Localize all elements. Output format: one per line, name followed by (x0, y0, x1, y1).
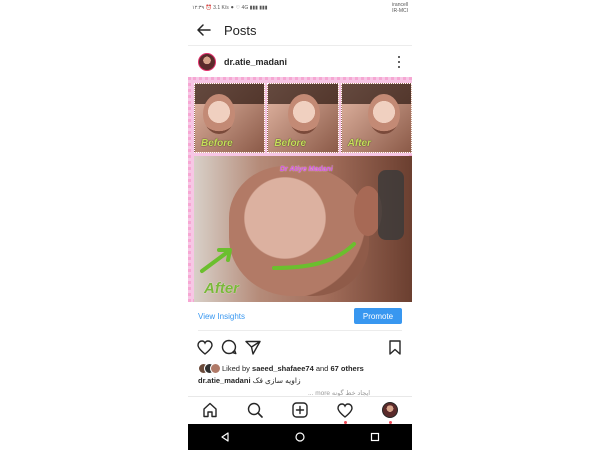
circle-home-icon (295, 432, 305, 442)
photo-tile-before-2: Before (267, 83, 339, 153)
like-button[interactable] (196, 338, 214, 356)
tile-label: After (347, 138, 371, 149)
post-image[interactable]: Before Before After Dr Atiye Madani Afte… (188, 77, 412, 302)
liker-avatars (198, 363, 221, 374)
profile-avatar (381, 402, 398, 418)
more-vertical-icon[interactable] (396, 56, 402, 68)
photo-tile-before-1: Before (194, 83, 266, 153)
caption: dr.atie_madani زاویه سازی فک (198, 376, 408, 385)
save-button[interactable] (386, 338, 404, 356)
nav-search[interactable] (244, 399, 266, 421)
comment-icon (221, 339, 237, 355)
carrier-info: irancell IR-MCI (392, 2, 408, 14)
caption-text: زاویه سازی فک (252, 376, 301, 385)
photo-tile-after: After (340, 83, 412, 153)
phone-screen: ١٢:٣٩ ⏰ 3.1 K/s ⚫ ♡ 4G ▮▮▮ ▮▮▮ irancell … (188, 0, 412, 450)
status-left: ١٢:٣٩ ⏰ 3.1 K/s ⚫ ♡ 4G ▮▮▮ ▮▮▮ (192, 5, 268, 11)
heart-icon (197, 339, 213, 355)
page-title: Posts (224, 22, 257, 38)
header-divider (188, 45, 412, 46)
liked-user[interactable]: saeed_shafaee74 (252, 364, 314, 373)
nav-activity[interactable] (334, 399, 356, 424)
tile-label: Before (201, 138, 233, 149)
nav-home[interactable] (199, 399, 221, 421)
system-home-button[interactable] (290, 427, 310, 447)
send-icon (245, 340, 261, 355)
watermark: Dr Atiye Madani (280, 166, 333, 173)
system-navigation-bar (188, 424, 412, 450)
after-label: After (204, 280, 240, 297)
likes-summary[interactable]: Liked by saeed_shafaee74 and 67 others (198, 362, 408, 374)
square-recents-icon (370, 432, 379, 442)
nav-profile[interactable] (379, 399, 401, 424)
top-bar: Posts (188, 17, 412, 43)
triangle-back-icon (221, 432, 229, 442)
post-actions (188, 336, 412, 358)
view-insights-link[interactable]: View Insights (198, 312, 245, 321)
likes-others[interactable]: 67 others (330, 364, 363, 373)
likes-prefix: Liked by (222, 363, 250, 373)
author-avatar[interactable] (198, 53, 216, 71)
before-after-tiles: Before Before After (194, 83, 412, 153)
add-post-icon (292, 402, 308, 418)
author-username[interactable]: dr.atie_madani (224, 57, 287, 67)
nav-new-post[interactable] (289, 399, 311, 421)
back-button[interactable] (194, 20, 214, 40)
caption-username[interactable]: dr.atie_madani (198, 376, 251, 385)
comment-button[interactable] (220, 338, 238, 356)
share-button[interactable] (244, 338, 262, 356)
system-back-button[interactable] (215, 427, 235, 447)
system-recents-button[interactable] (365, 427, 385, 447)
main-after-photo: Dr Atiye Madani After (194, 156, 412, 302)
search-icon (247, 402, 263, 418)
status-bar: ١٢:٣٩ ⏰ 3.1 K/s ⚫ ♡ 4G ▮▮▮ ▮▮▮ irancell … (188, 0, 412, 16)
insights-divider (198, 330, 402, 331)
insights-row: View Insights Promote (188, 305, 412, 327)
promote-button[interactable]: Promote (354, 308, 402, 324)
heart-icon (337, 402, 353, 418)
post-header: dr.atie_madani (188, 50, 412, 74)
bottom-navigation (188, 396, 412, 424)
arrow-left-icon (197, 24, 211, 36)
carrier-line-2: IR-MCI (392, 8, 408, 14)
bookmark-icon (389, 339, 401, 355)
likes-mid: and (315, 363, 329, 373)
home-icon (203, 402, 218, 418)
tile-label: Before (274, 138, 307, 149)
